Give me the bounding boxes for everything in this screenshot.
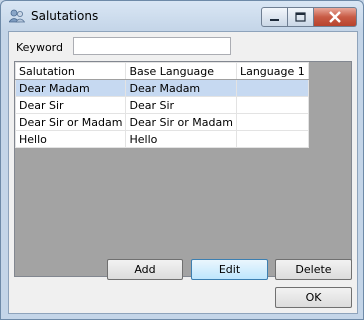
- client-area: Keyword Salutation Base Language Languag…: [8, 31, 358, 314]
- maximize-button[interactable]: [288, 7, 314, 27]
- cell-base-language[interactable]: Dear Sir: [125, 96, 237, 114]
- maximize-icon: [295, 12, 306, 22]
- keyword-label: Keyword: [16, 41, 63, 54]
- minimize-button[interactable]: [261, 7, 288, 27]
- cell-base-language[interactable]: Dear Sir or Madam: [125, 113, 237, 131]
- column-header-salutation[interactable]: Salutation: [14, 62, 127, 80]
- salutations-grid[interactable]: Salutation Base Language Language 1 Dear…: [14, 61, 352, 277]
- cell-language-1[interactable]: [235, 130, 309, 148]
- grid-table: Salutation Base Language Language 1 Dear…: [14, 62, 309, 148]
- delete-button[interactable]: Delete: [275, 259, 352, 280]
- users-icon: [8, 9, 26, 23]
- cell-salutation[interactable]: Hello: [14, 130, 127, 148]
- cell-salutation[interactable]: Dear Madam: [14, 79, 127, 97]
- cell-salutation[interactable]: Dear Sir or Madam: [14, 113, 127, 131]
- close-icon: [329, 11, 341, 23]
- cell-base-language[interactable]: Dear Madam: [125, 79, 237, 97]
- salutations-window: Salutations Keyword Salutation Base Lang…: [0, 0, 364, 320]
- ok-button[interactable]: OK: [275, 287, 352, 308]
- column-header-language-1[interactable]: Language 1: [235, 62, 309, 80]
- table-row[interactable]: Dear Sir or Madam Dear Sir or Madam: [14, 113, 309, 131]
- column-header-base-language[interactable]: Base Language: [125, 62, 237, 80]
- cell-base-language[interactable]: Hello: [125, 130, 237, 148]
- window-title: Salutations: [31, 9, 99, 23]
- cell-language-1[interactable]: [235, 79, 309, 97]
- keyword-input[interactable]: [73, 37, 231, 55]
- cell-language-1[interactable]: [235, 113, 309, 131]
- title-bar[interactable]: Salutations: [1, 1, 363, 31]
- minimize-icon: [270, 19, 279, 21]
- table-row[interactable]: Hello Hello: [14, 130, 309, 148]
- cell-salutation[interactable]: Dear Sir: [14, 96, 127, 114]
- edit-button[interactable]: Edit: [191, 259, 268, 280]
- grid-header-row: Salutation Base Language Language 1: [14, 62, 309, 80]
- table-row[interactable]: Dear Sir Dear Sir: [14, 96, 309, 114]
- add-button[interactable]: Add: [107, 259, 183, 280]
- cell-language-1[interactable]: [235, 96, 309, 114]
- table-row[interactable]: Dear Madam Dear Madam: [14, 79, 309, 97]
- close-button[interactable]: [314, 7, 357, 27]
